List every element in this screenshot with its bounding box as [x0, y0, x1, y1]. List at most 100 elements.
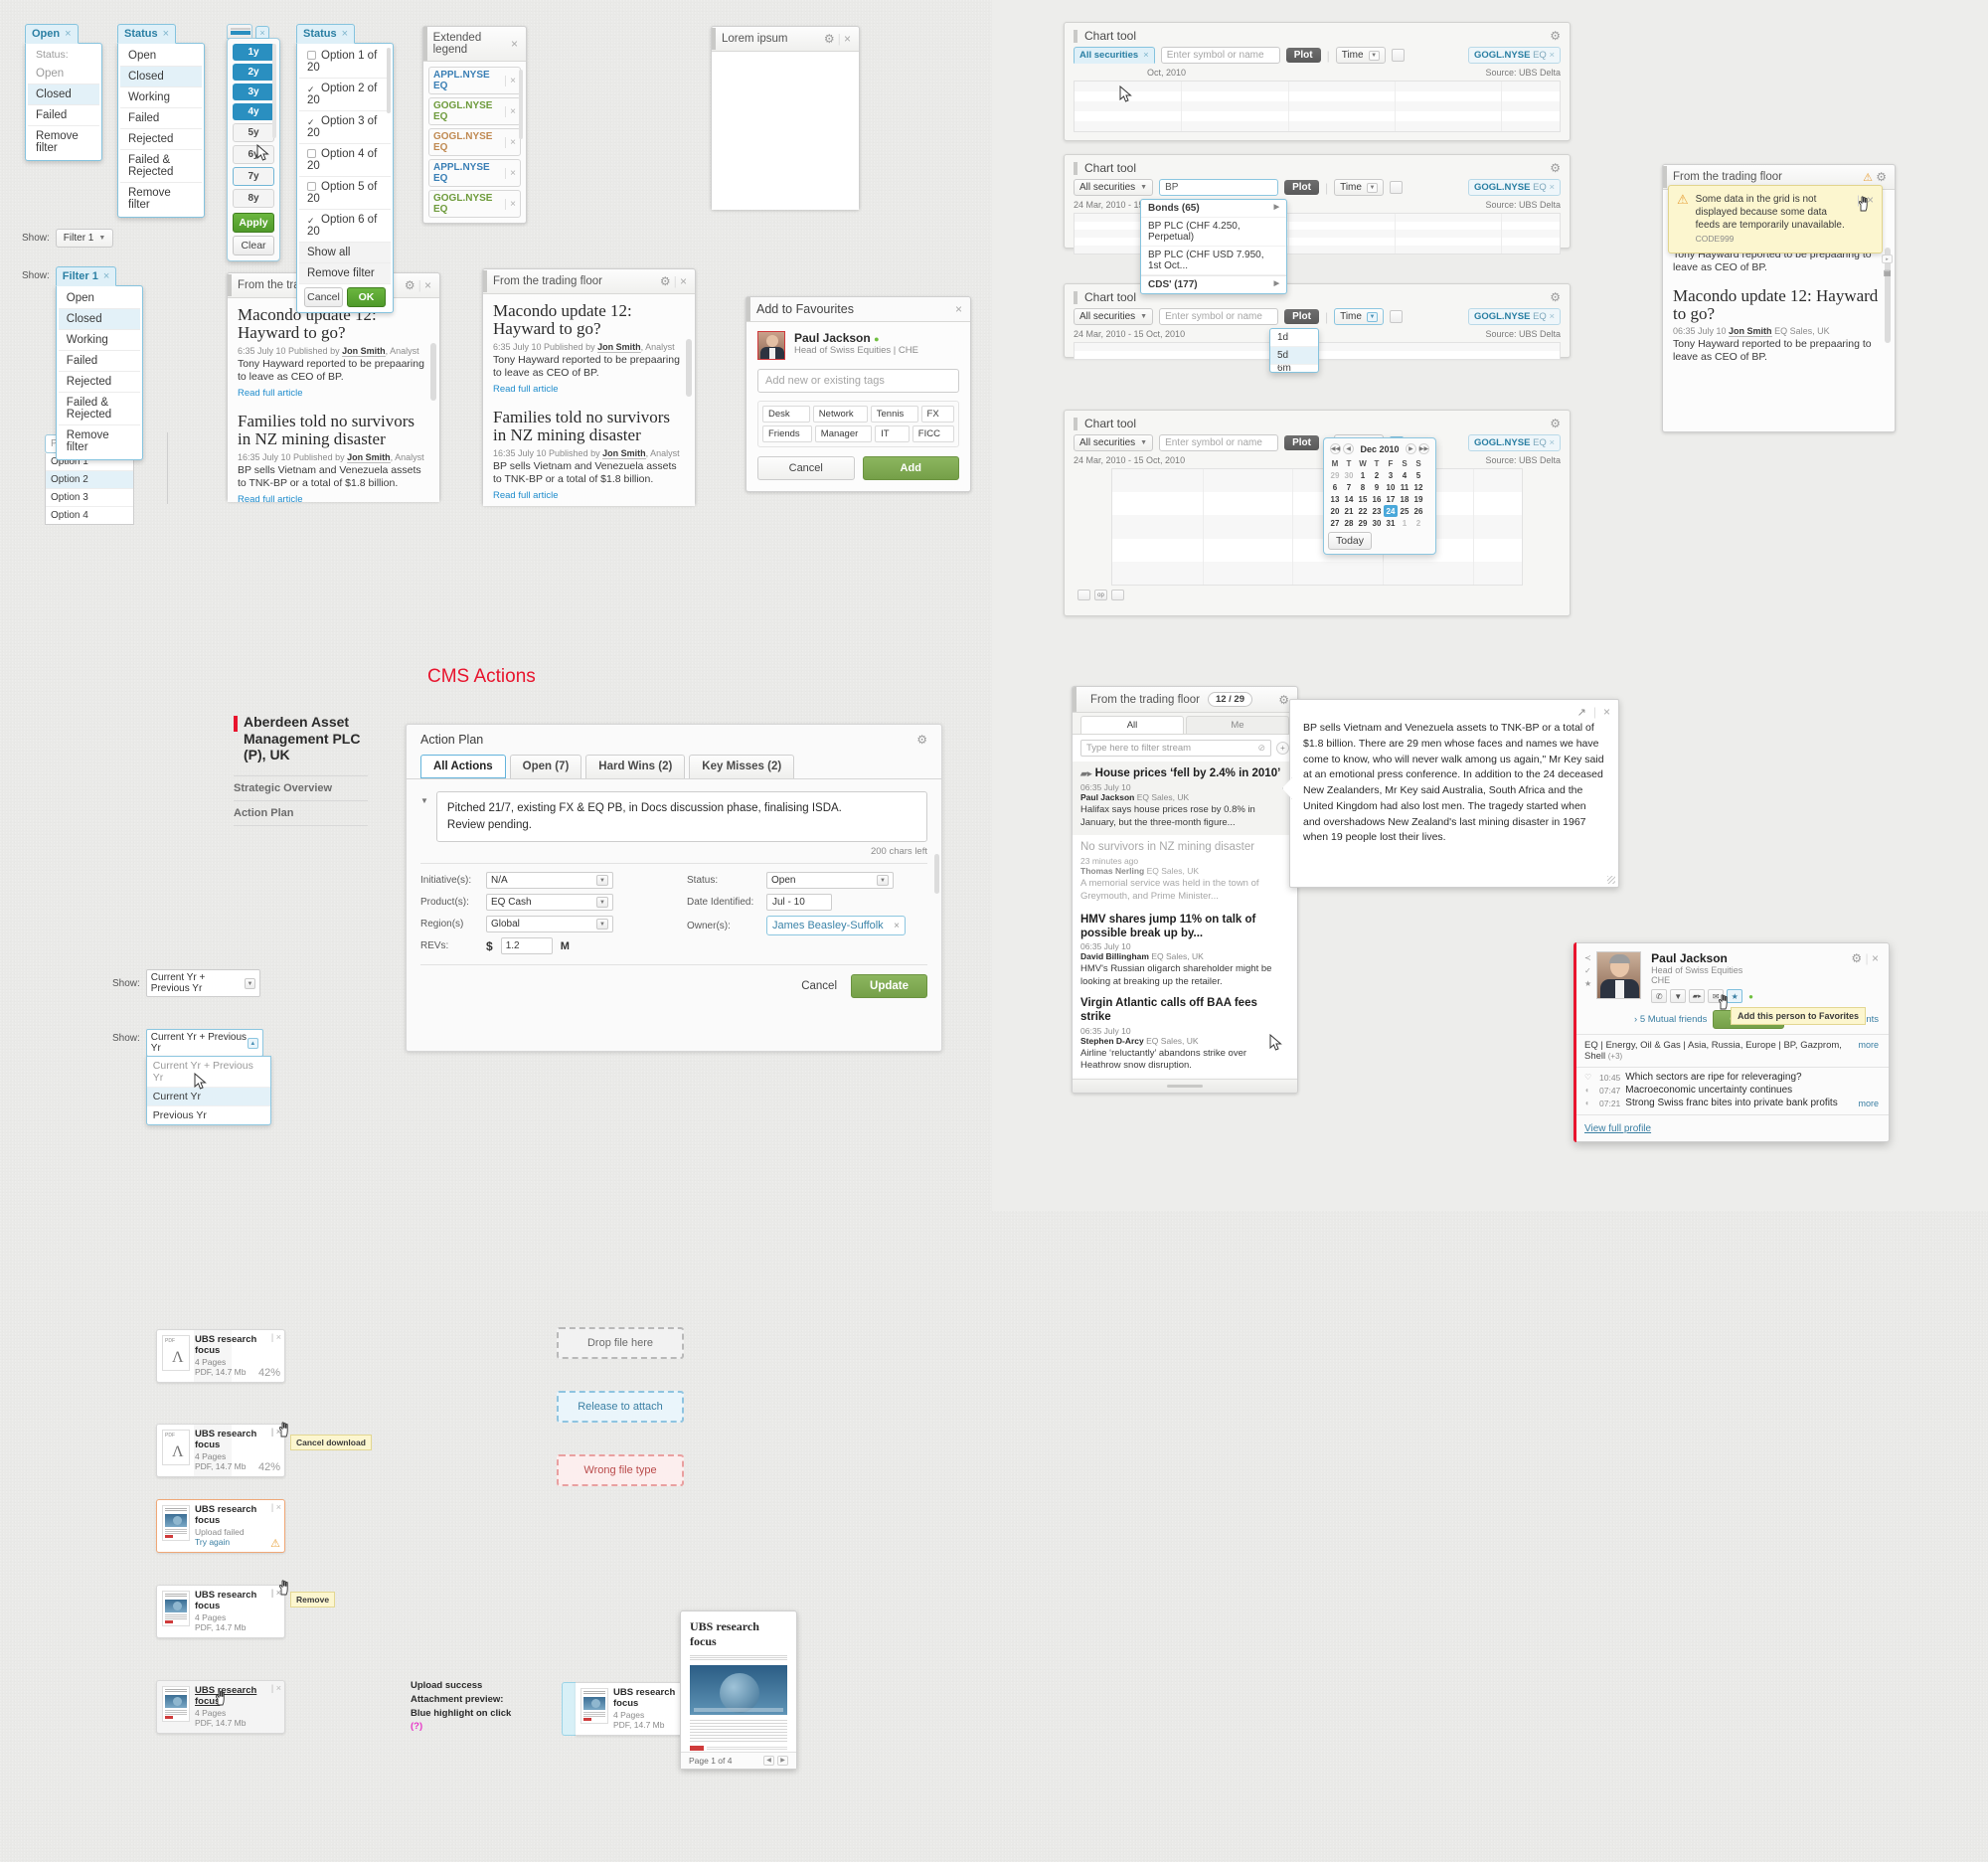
grid-icon[interactable]	[227, 24, 252, 39]
year-option[interactable]: 3y	[233, 84, 274, 100]
calendar-icon[interactable]	[1389, 181, 1403, 194]
calendar-day[interactable]: 31	[1384, 517, 1398, 529]
checkbox-option[interactable]: Option 5 of 20	[299, 177, 391, 210]
gear-icon[interactable]: ⚙	[660, 274, 671, 288]
time-range-dropdown[interactable]: 1d 5d 6m	[1269, 328, 1319, 373]
warning-article[interactable]: Macondo update 12: Hayward to go? 06:35 …	[1673, 286, 1885, 365]
view-full-profile-link[interactable]: View full profile	[1584, 1123, 1651, 1134]
close-icon[interactable]: ×	[342, 28, 348, 40]
show-filter-option[interactable]: Closed	[58, 309, 140, 330]
gear-icon[interactable]: ⚙	[1851, 951, 1862, 965]
status-option[interactable]: Open	[120, 46, 202, 67]
calendar-day[interactable]: 2	[1370, 469, 1384, 481]
calendar-day[interactable]: 15	[1356, 493, 1370, 505]
time-select[interactable]: Time▼	[1335, 47, 1386, 64]
date-picker-calendar[interactable]: ◀◀ ◀ Dec 2010 ▶ ▶▶ MTWTFSS 29 30 1 2 3 4 5 67891…	[1323, 437, 1436, 555]
prompt-option[interactable]: Option 3	[46, 489, 133, 507]
year-picker-body[interactable]: 1y 2y 3y 4y 5y 6y 7y 8y Apply Clear	[227, 38, 280, 261]
legend-item[interactable]: GOGL.NYSE EQ ×	[428, 97, 521, 125]
chart-plot-area[interactable]	[1074, 81, 1561, 132]
tab-key-misses[interactable]: Key Misses (2)	[689, 755, 795, 778]
try-again-link[interactable]: Try again	[195, 1537, 280, 1547]
open-filter-option[interactable]: Open	[28, 64, 99, 85]
check-icon[interactable]: ✓	[307, 216, 316, 226]
add-icon[interactable]: +	[1276, 742, 1289, 755]
revs-input[interactable]: 1.2	[500, 937, 553, 955]
close-icon[interactable]: | ×	[271, 1332, 281, 1342]
legend-item[interactable]: GOGL.NYSE EQ ×	[428, 128, 521, 156]
checkbox-filter-dropdown[interactable]: Status × Option 1 of 20 ✓ Option 2 of 20 …	[296, 24, 396, 313]
read-full-article-link[interactable]: Read full article	[493, 490, 685, 501]
upload-item-3[interactable]: UBS research focus Upload failed Try aga…	[156, 1499, 285, 1554]
plot-button[interactable]: Plot	[1284, 180, 1319, 195]
close-icon[interactable]: ×	[1549, 437, 1555, 448]
year-show-select[interactable]: Current Yr + Previous Yr ▲	[145, 1029, 263, 1057]
calendar-day[interactable]: 16	[1370, 493, 1384, 505]
symbol-input[interactable]: Enter symbol or name	[1159, 434, 1279, 451]
tag-chip[interactable]: Friends	[762, 425, 812, 442]
legend-item[interactable]: APPL.NYSE EQ ×	[428, 159, 521, 187]
show-filter-open[interactable]: Show: Filter 1 × Open Closed Working Fail…	[22, 266, 145, 460]
scrollbar[interactable]	[686, 339, 692, 397]
year-picker[interactable]: × 1y 2y 3y 4y 5y 6y 7y 8y Apply Clear	[227, 24, 280, 261]
calendar-day[interactable]: 3	[1384, 469, 1398, 481]
calendar-day[interactable]: 11	[1398, 481, 1411, 493]
year-option[interactable]: 1y	[233, 44, 274, 61]
suggestion-group[interactable]: Bonds (65) ▶	[1141, 200, 1286, 218]
candlestick-icon[interactable]: op	[1094, 590, 1107, 600]
security-filter-select[interactable]: All securities ▼	[1074, 179, 1154, 196]
security-filter-chip[interactable]: All securities ×	[1074, 47, 1155, 64]
symbol-input[interactable]: Enter symbol or name	[1159, 308, 1279, 325]
close-icon[interactable]: ×	[680, 274, 687, 288]
close-icon[interactable]: ×	[65, 28, 71, 40]
tab-hard-wins[interactable]: Hard Wins (2)	[585, 755, 686, 778]
drop-zone-active[interactable]: Release to attach	[557, 1391, 684, 1423]
calendar-day[interactable]: 25	[1398, 505, 1411, 517]
article[interactable]: Macondo update 12: Hayward to go? 6:35 J…	[493, 301, 685, 395]
apply-button[interactable]: Apply	[233, 213, 274, 233]
sidebar-item-action-plan[interactable]: Action Plan	[234, 799, 368, 826]
share-icon[interactable]: ≺	[1584, 953, 1591, 962]
prev-page-icon[interactable]: ◀	[763, 1756, 774, 1766]
time-option[interactable]: 1d	[1270, 329, 1318, 347]
calendar-day[interactable]: 4	[1398, 469, 1411, 481]
close-icon[interactable]: ×	[1872, 951, 1879, 965]
gear-icon[interactable]: ⚙	[1550, 161, 1561, 175]
close-icon[interactable]: ×	[424, 278, 431, 292]
calendar-grid[interactable]: MTWTFSS 29 30 1 2 3 4 5 6 7 8 9 10 11 12 13 14 15 16 17 1…	[1328, 457, 1425, 529]
open-filter-chip[interactable]: Open ×	[25, 24, 79, 44]
resize-handle[interactable]	[1167, 1085, 1203, 1088]
next-page-icon[interactable]: ▶	[777, 1756, 788, 1766]
initiatives-select[interactable]: N/A ▼	[486, 872, 613, 890]
warning-icon[interactable]: ⚠	[1863, 172, 1873, 184]
calendar-day[interactable]: 26	[1411, 505, 1425, 517]
list-item[interactable]: HMV shares jump 11% on talk of possible …	[1080, 910, 1289, 993]
close-icon[interactable]: ×	[505, 136, 516, 148]
calendar-day[interactable]: 1	[1356, 469, 1370, 481]
tag-chip[interactable]: FX	[920, 406, 955, 423]
close-icon[interactable]: ×	[1549, 50, 1555, 61]
tab-all-actions[interactable]: All Actions	[420, 755, 506, 778]
year-show-select[interactable]: Current Yr + Previous Yr ▼	[145, 969, 260, 997]
show-filter-option[interactable]: Rejected	[58, 372, 140, 393]
line-chart-icon[interactable]	[1111, 590, 1124, 600]
calendar-day[interactable]: 14	[1342, 493, 1356, 505]
status-option[interactable]: Closed	[120, 67, 202, 87]
attachment-card[interactable]: UBS research focus 4 Pages PDF, 14.7 Mb	[576, 1682, 687, 1736]
calendar-day-today[interactable]: 24	[1384, 505, 1398, 517]
calendar-day[interactable]: 10	[1384, 481, 1398, 493]
sidebar-item-strategic-overview[interactable]: Strategic Overview	[234, 774, 368, 800]
tab-me[interactable]: Me	[1186, 716, 1289, 734]
checkbox-option[interactable]: ✓ Option 3 of 20	[299, 111, 391, 144]
open-filter-list[interactable]: Status: Open Closed Failed Remove filter	[25, 43, 102, 161]
close-icon[interactable]: ×	[1143, 50, 1149, 61]
remove-filter-option[interactable]: Remove filter	[299, 263, 391, 284]
year-show-list[interactable]: Current Yr + Previous Yr Current Yr Prev…	[145, 1056, 271, 1125]
video-icon[interactable]: ▰▸	[1689, 989, 1706, 1003]
open-filter-dropdown[interactable]: Open × Status: Open Closed Failed Remove…	[25, 24, 104, 161]
security-tag[interactable]: GOGL.NYSE EQ ×	[1467, 179, 1561, 196]
close-icon[interactable]: ×	[505, 105, 516, 117]
tag-input[interactable]: Add new or existing tags	[757, 369, 959, 393]
calendar-day[interactable]: 19	[1411, 493, 1425, 505]
close-icon[interactable]: | ×	[271, 1502, 281, 1512]
